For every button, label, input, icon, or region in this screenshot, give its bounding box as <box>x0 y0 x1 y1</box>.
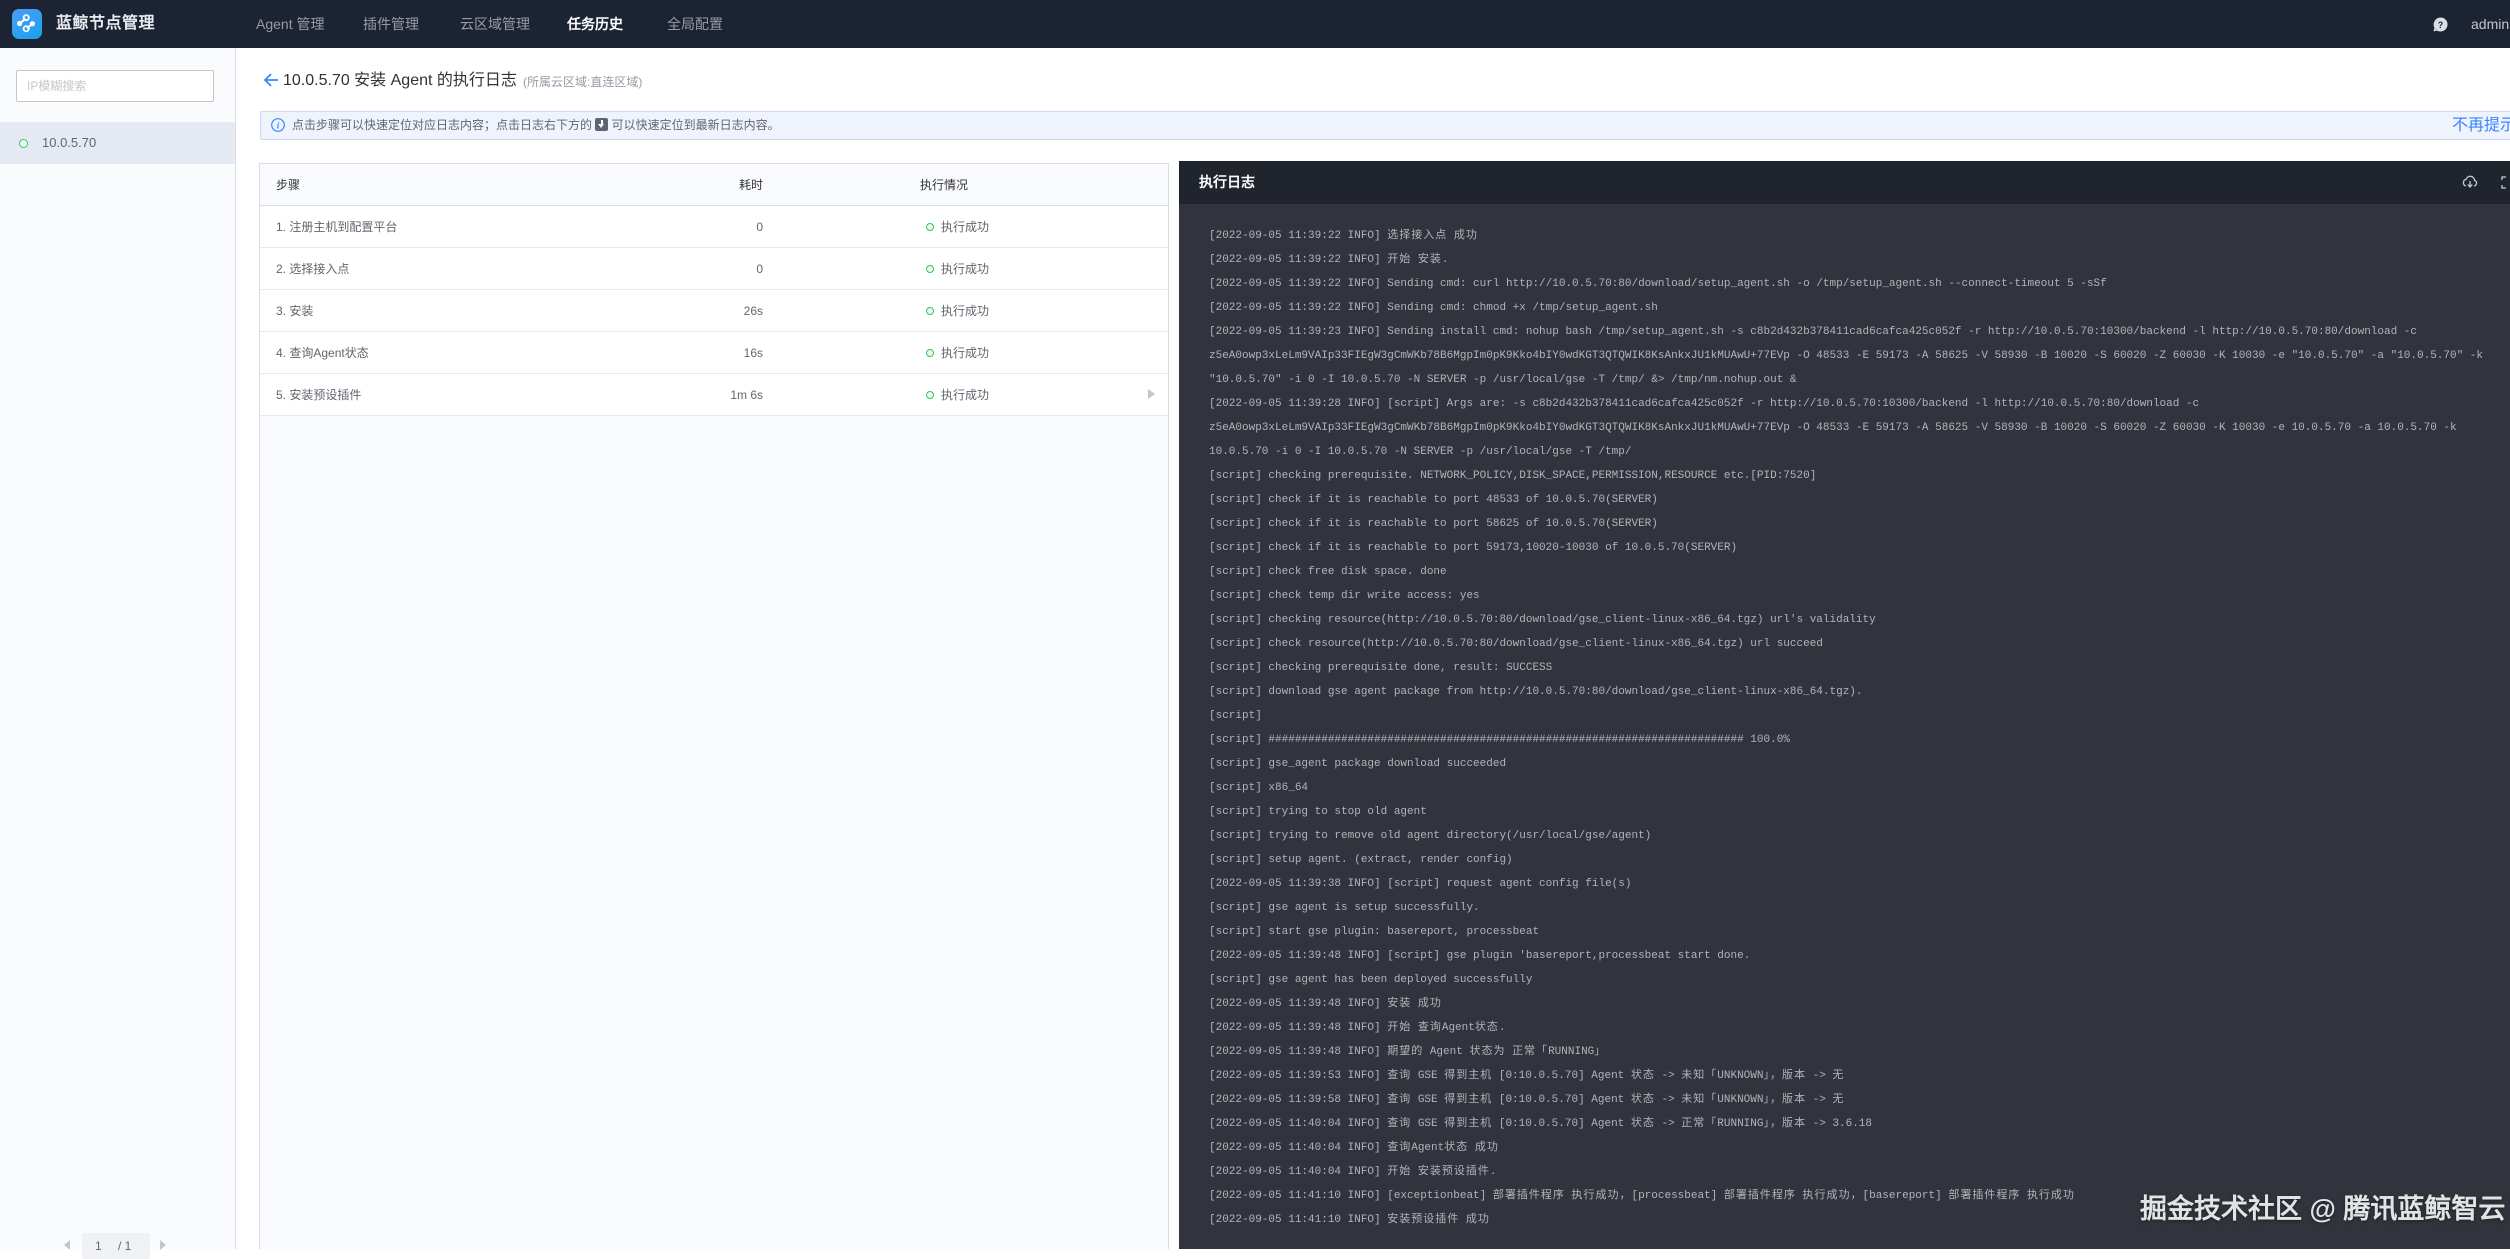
svg-text:i: i <box>277 121 280 131</box>
svg-text:?: ? <box>2438 20 2444 30</box>
